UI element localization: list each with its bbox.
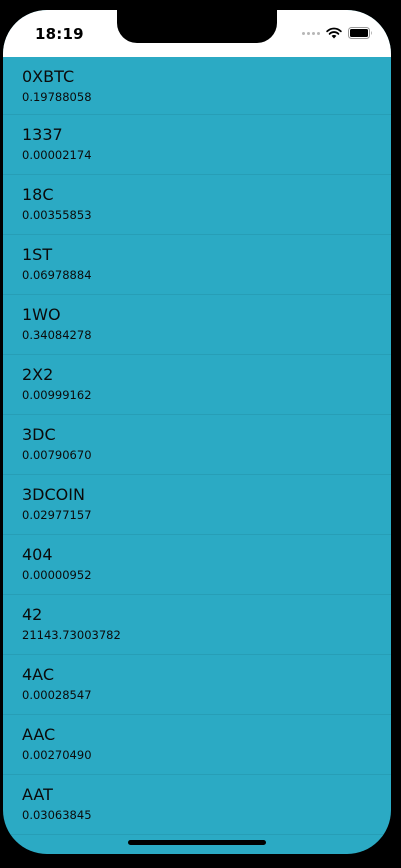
coin-name: AAC [22, 725, 56, 744]
coin-value: 21143.73003782 [22, 628, 121, 642]
coin-list[interactable]: 0XBTC 0.19788058 1337 0.00002174 18C 0.0… [3, 57, 391, 854]
coin-value: 0.00270490 [22, 748, 92, 762]
list-item[interactable]: 1WO 0.34084278 [3, 295, 391, 355]
list-item[interactable]: 404 0.00000952 [3, 535, 391, 595]
coin-value: 0.02977157 [22, 508, 92, 522]
coin-name: 404 [22, 545, 53, 564]
coin-value: 0.06978884 [22, 268, 92, 282]
coin-value: 0.00002174 [22, 148, 92, 162]
coin-name: 1337 [22, 125, 63, 144]
coin-value: 0.00790670 [22, 448, 92, 462]
coin-name: 18C [22, 185, 54, 204]
list-item[interactable]: 1337 0.00002174 [3, 115, 391, 175]
list-item[interactable]: 3DC 0.00790670 [3, 415, 391, 475]
status-icons [302, 27, 373, 39]
coin-name: 1WO [22, 305, 61, 324]
list-item[interactable]: 1ST 0.06978884 [3, 235, 391, 295]
list-item[interactable]: 0XBTC 0.19788058 [3, 57, 391, 115]
battery-icon [348, 27, 372, 39]
wifi-icon [326, 27, 342, 39]
list-item[interactable]: AAC 0.00270490 [3, 715, 391, 775]
coin-name: 3DC [22, 425, 56, 444]
list-item[interactable]: 18C 0.00355853 [3, 175, 391, 235]
coin-name: 4AC [22, 665, 55, 684]
coin-value: 0.00355853 [22, 208, 92, 222]
coin-value: 0.00999162 [22, 388, 92, 402]
coin-name: 0XBTC [22, 67, 75, 86]
status-time: 18:19 [35, 25, 84, 43]
coin-name: 1ST [22, 245, 53, 264]
coin-value: 0.00000952 [22, 568, 92, 582]
coin-value: 0.03063845 [22, 808, 92, 822]
coin-name: 42 [22, 605, 43, 624]
coin-value: 0.19788058 [22, 90, 92, 104]
coin-name: AAT [22, 785, 53, 804]
coin-name: 2X2 [22, 365, 54, 384]
status-bar: 18:19 [3, 10, 391, 57]
coin-name: 3DCOIN [22, 485, 85, 504]
list-item[interactable]: 2X2 0.00999162 [3, 355, 391, 415]
coin-value: 0.00028547 [22, 688, 92, 702]
list-item[interactable]: AAT 0.03063845 [3, 775, 391, 835]
list-item[interactable]: 3DCOIN 0.02977157 [3, 475, 391, 535]
list-item[interactable]: 42 21143.73003782 [3, 595, 391, 655]
list-item[interactable]: 4AC 0.00028547 [3, 655, 391, 715]
notch [117, 10, 277, 43]
coin-value: 0.34084278 [22, 328, 92, 342]
screen: 18:19 0XBTC 0.19788058 1337 0.00002174 1… [3, 10, 391, 854]
signal-icon [302, 31, 320, 35]
device-frame: 18:19 0XBTC 0.19788058 1337 0.00002174 1… [0, 0, 401, 868]
home-indicator[interactable] [128, 840, 266, 845]
